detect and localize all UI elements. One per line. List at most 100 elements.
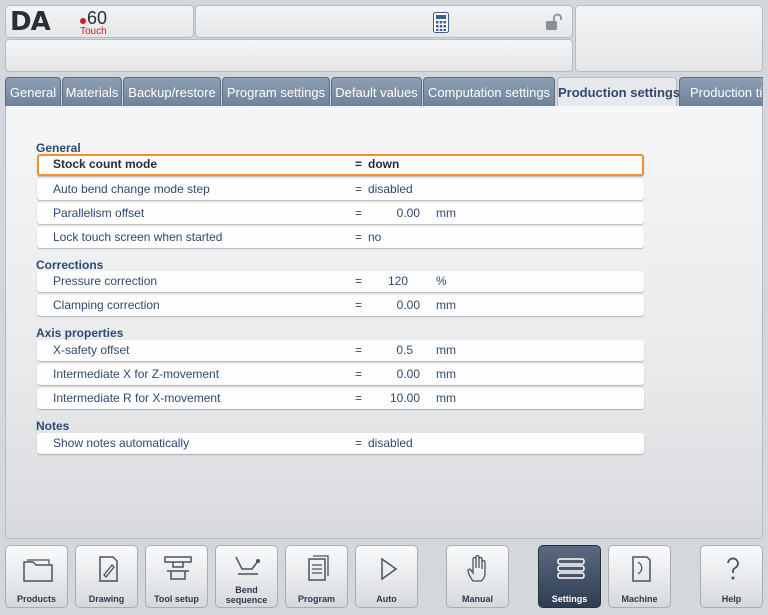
drawing-button[interactable]: Drawing: [75, 545, 138, 608]
logo: DA 60 Touch: [5, 5, 194, 38]
message-bar: [5, 39, 573, 72]
row-parallelism-offset[interactable]: Parallelism offset = 0.00 mm: [37, 203, 644, 224]
row-show-notes-automatically[interactable]: Show notes automatically = disabled: [37, 433, 644, 454]
equals-sign: =: [355, 367, 363, 381]
row-pressure-correction[interactable]: Pressure correction = 120 %: [37, 271, 644, 292]
row-lock-touch-screen[interactable]: Lock touch screen when started = no: [37, 227, 644, 248]
setting-value: down: [368, 157, 400, 171]
section-axis-properties: Axis properties: [36, 326, 124, 340]
products-button[interactable]: Products: [5, 545, 68, 608]
settings-tabs: General Materials Backup/restore Program…: [5, 77, 763, 107]
logo-sub: Touch: [80, 26, 107, 37]
manual-button[interactable]: Manual: [446, 545, 509, 608]
manual-label: Manual: [461, 594, 493, 604]
unlocked-padlock-icon[interactable]: [545, 13, 563, 36]
logo-dot: [80, 18, 86, 24]
setting-unit: mm: [436, 367, 456, 381]
settings-label: Settings: [551, 594, 588, 604]
program-pages-icon: [308, 555, 329, 581]
tab-backup-restore[interactable]: Backup/restore: [123, 77, 221, 107]
setting-value: 0.00: [396, 367, 420, 381]
setting-label: Intermediate X for Z-movement: [53, 367, 220, 381]
auto-label: Auto: [376, 594, 397, 604]
setting-value: 0.00: [396, 298, 420, 312]
setting-label: Stock count mode: [53, 157, 158, 171]
settings-button[interactable]: Settings: [538, 545, 601, 608]
setting-label: Show notes automatically: [53, 436, 190, 450]
bend-sequence-label: Bend sequence: [216, 585, 277, 605]
row-clamping-correction[interactable]: Clamping correction = 0.00 mm: [37, 295, 644, 316]
setting-label: Intermediate R for X-movement: [53, 391, 221, 405]
setting-value: disabled: [368, 436, 413, 450]
setting-value: disabled: [368, 182, 413, 196]
equals-sign: =: [355, 298, 363, 312]
section-general: General: [36, 141, 81, 155]
machine-button[interactable]: Machine: [608, 545, 671, 608]
section-corrections: Corrections: [36, 258, 104, 272]
setting-unit: %: [436, 274, 447, 288]
equals-sign: =: [355, 391, 363, 405]
equals-sign: =: [355, 436, 363, 450]
tool-setup-label: Tool setup: [154, 594, 199, 604]
program-label: Program: [297, 594, 335, 604]
row-intermediate-r[interactable]: Intermediate R for X-movement = 10.00 mm: [37, 388, 644, 409]
auto-button[interactable]: Auto: [355, 545, 418, 608]
drawing-pen-icon: [99, 556, 118, 582]
logo-brand: DA: [10, 7, 51, 37]
calculator-icon[interactable]: [433, 12, 449, 38]
row-intermediate-x[interactable]: Intermediate X for Z-movement = 0.00 mm: [37, 364, 644, 385]
equals-sign: =: [355, 343, 363, 357]
setting-label: X-safety offset: [53, 343, 130, 357]
program-button[interactable]: Program: [285, 545, 348, 608]
tab-program-settings[interactable]: Program settings: [222, 77, 330, 107]
help-button[interactable]: Help: [700, 545, 763, 608]
logo-model: 60: [87, 8, 108, 28]
tab-production-time[interactable]: Production tin: [679, 77, 763, 107]
setting-label: Pressure correction: [53, 274, 158, 288]
setting-value: 0.5: [396, 343, 413, 357]
tab-computation-settings[interactable]: Computation settings: [423, 77, 555, 107]
bend-sequence-button[interactable]: Bend sequence: [215, 545, 278, 608]
setting-unit: mm: [436, 343, 456, 357]
setting-value: no: [368, 230, 382, 244]
tab-default-values[interactable]: Default values: [331, 77, 422, 107]
setting-label: Auto bend change mode step: [53, 182, 210, 196]
bend-sequence-label-line2: sequence: [225, 595, 268, 605]
machine-label: Machine: [621, 594, 658, 604]
setting-unit: mm: [436, 298, 456, 312]
bend-sequence-label-line1: Bend: [235, 585, 258, 595]
row-x-safety-offset[interactable]: X-safety offset = 0.5 mm: [37, 340, 644, 361]
tab-production-settings[interactable]: Production settings: [557, 77, 680, 107]
settings-content: General Stock count mode = down Auto ben…: [5, 106, 763, 539]
row-auto-bend-change-mode-step[interactable]: Auto bend change mode step = disabled: [37, 179, 644, 200]
tab-materials[interactable]: Materials: [62, 77, 122, 107]
products-label: Products: [16, 594, 56, 604]
equals-sign: =: [355, 182, 363, 196]
section-notes: Notes: [36, 419, 70, 433]
row-stock-count-mode[interactable]: Stock count mode = down: [37, 154, 644, 176]
setting-label: Parallelism offset: [53, 206, 145, 220]
tool-setup-button[interactable]: Tool setup: [145, 545, 208, 608]
equals-sign: =: [355, 157, 363, 171]
setting-unit: mm: [436, 206, 456, 220]
equals-sign: =: [355, 206, 363, 220]
drawing-label: Drawing: [88, 594, 125, 604]
setting-label: Clamping correction: [53, 298, 160, 312]
hand-icon: [467, 554, 486, 582]
status-bar: [195, 5, 573, 38]
settings-list-icon: [557, 558, 585, 579]
help-label: Help: [721, 594, 742, 604]
equals-sign: =: [355, 230, 363, 244]
tab-general[interactable]: General: [5, 77, 61, 107]
setting-value: 120: [387, 274, 408, 288]
question-mark-icon: [727, 557, 739, 580]
press-tool-icon: [164, 556, 192, 580]
folder-icon: [23, 559, 53, 582]
play-icon: [381, 557, 398, 581]
setting-value: 0.00: [396, 206, 420, 220]
machine-icon: [632, 556, 651, 582]
info-panel: [575, 5, 763, 72]
setting-value: 10.00: [389, 391, 420, 405]
bend-sequence-icon: [235, 556, 260, 575]
setting-label: Lock touch screen when started: [53, 230, 223, 244]
